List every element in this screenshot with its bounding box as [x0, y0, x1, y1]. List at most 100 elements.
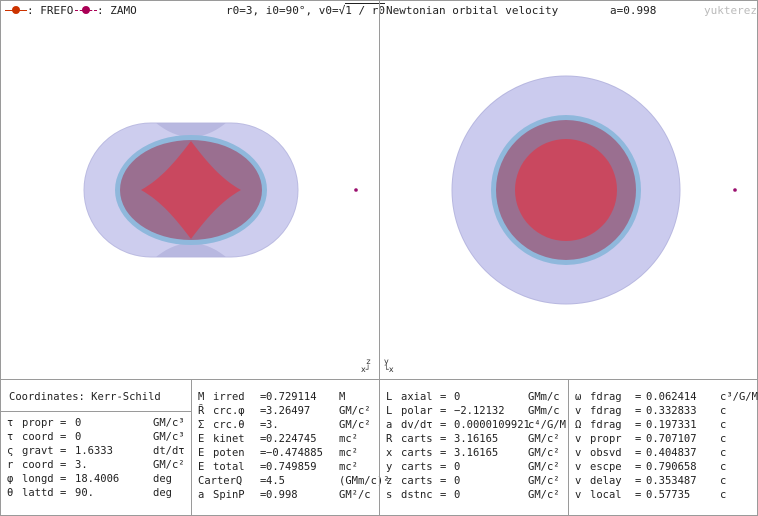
- row-equals: =: [440, 475, 447, 487]
- row-equals: =: [635, 433, 642, 445]
- row-equals: =: [60, 459, 67, 471]
- info-row: v local = 0.57735 c: [569, 489, 757, 503]
- info-row: s dstnc = 0 GM/c²: [380, 489, 568, 503]
- row-name: fdrag: [590, 391, 622, 403]
- row-name: crc.φ: [213, 405, 245, 417]
- row-unit: GM/c²: [339, 419, 371, 431]
- row-equals: =: [440, 391, 447, 403]
- coordinates-divider: [1, 411, 191, 412]
- row-value: 0.790658: [646, 461, 697, 473]
- row-value: 0: [454, 475, 461, 487]
- singularity-disc: [515, 139, 617, 241]
- row-value: 90.: [75, 487, 94, 499]
- info-row: Σcrc.θ = 3. GM/c²: [192, 419, 379, 433]
- row-symbol: M: [198, 391, 205, 403]
- row-value: 3.26497: [266, 405, 311, 417]
- row-unit: GMm/c: [528, 391, 560, 403]
- row-symbol: E: [198, 461, 205, 473]
- row-unit: GM/c³: [153, 431, 185, 443]
- row-name: gravt: [22, 445, 54, 457]
- right-black-hole-render: [451, 75, 737, 305]
- info-row: φ longd = 18.4006 deg: [1, 473, 191, 487]
- row-symbol: Ȓ: [198, 405, 205, 417]
- row-symbol: L: [386, 391, 393, 403]
- row-name: coord: [22, 431, 54, 443]
- particle-marker: [354, 188, 358, 192]
- row-unit: mc²: [339, 433, 358, 445]
- row-value: 0: [75, 431, 82, 443]
- row-symbol: v: [575, 475, 582, 487]
- row-name: coord: [22, 459, 54, 471]
- row-symbol: ς: [7, 445, 14, 457]
- row-value: 0: [75, 417, 82, 429]
- row-symbol: τ: [7, 417, 14, 429]
- particle-marker: [733, 188, 737, 192]
- row-name: local: [590, 489, 622, 501]
- row-symbol: v: [575, 433, 582, 445]
- info-row: a SpinP = 0.998 GM²/c: [192, 489, 379, 503]
- energy-panel: Mirred = 0.729114 M Ȓcrc.φ = 3.26497 GM/c² Σcrc.…: [191, 379, 390, 516]
- row-value: 1.6333: [75, 445, 113, 457]
- row-name: poten: [213, 447, 245, 459]
- right-axis-indicator: y └x: [384, 357, 394, 374]
- row-unit: deg: [153, 487, 172, 499]
- row-value: 0.0000109921: [454, 419, 530, 431]
- info-row: Epoten = −0.474885 mc²: [192, 447, 379, 461]
- view-title: Newtonian orbital velocity: [386, 4, 559, 17]
- row-value: 3.16165: [454, 433, 499, 445]
- row-equals: =: [60, 431, 67, 443]
- row-name: SpinP: [213, 489, 245, 501]
- row-value: 0.729114: [266, 391, 317, 403]
- row-equals: =: [635, 489, 642, 501]
- row-symbol: Σ: [198, 419, 205, 431]
- row-unit: c: [720, 447, 727, 459]
- row-value: 0.353487: [646, 475, 697, 487]
- info-row: r coord = 3. GM/c²: [1, 459, 191, 473]
- row-symbol: φ: [7, 473, 14, 485]
- info-row: v obsvd = 0.404837 c: [569, 447, 757, 461]
- left-black-hole-render: [83, 122, 358, 258]
- row-equals: =: [60, 487, 67, 499]
- row-symbol: ω: [575, 391, 582, 403]
- zamo-label: : ZAMO: [97, 4, 137, 17]
- row-value: 0.998: [266, 489, 298, 501]
- row-value: 0.404837: [646, 447, 697, 459]
- row-value: 0.062414: [646, 391, 697, 403]
- legend-frefo: : FREFO: [5, 1, 75, 19]
- row-name: dstnc: [401, 489, 433, 501]
- row-value: −2.12132: [454, 405, 505, 417]
- info-row: Laxial = 0 GMm/c: [380, 391, 568, 405]
- right-view-frame: Newtonian orbital velocity a=0.998 yukte…: [379, 0, 758, 380]
- row-equals: =: [440, 489, 447, 501]
- row-unit: GM/c²: [528, 447, 560, 459]
- row-symbol: θ: [7, 487, 14, 499]
- row-equals: =: [635, 391, 642, 403]
- row-value: 3.: [75, 459, 88, 471]
- info-row: ω fdrag = 0.062414 c³/G/M: [569, 391, 758, 405]
- row-symbol: E: [198, 447, 205, 459]
- info-row: v propr = 0.707107 c: [569, 433, 757, 447]
- row-value: 4.5: [266, 475, 285, 487]
- angular-momentum-panel: Laxial = 0 GMm/c Lpolar = −2.12132 GMm/c a dv/dτ =…: [379, 379, 569, 516]
- row-equals: =: [440, 419, 447, 431]
- row-unit: GM/c²: [153, 459, 185, 471]
- row-name: carts: [401, 433, 433, 445]
- left-axis-indicator: z x┘: [361, 357, 371, 374]
- left-view-frame: : FREFO : ZAMO r0=3, i0=90°, v0=√1 / r0 …: [0, 0, 385, 380]
- coordinates-panel: Coordinates: Kerr-Schild τ propr = 0 GM/c³ τ c…: [0, 379, 192, 516]
- row-equals: =: [440, 447, 447, 459]
- row-value: 18.4006: [75, 473, 120, 485]
- info-row: v delay = 0.353487 c: [569, 475, 757, 489]
- row-symbol: x: [386, 447, 393, 459]
- row-equals: =: [60, 445, 67, 457]
- row-symbol: s: [386, 489, 393, 501]
- coordinates-title: Coordinates: Kerr-Schild: [9, 391, 161, 403]
- info-row: x carts = 3.16165 GM/c²: [380, 447, 568, 461]
- info-row: Ekinet = 0.224745 mc²: [192, 433, 379, 447]
- info-row: ς gravt = 1.6333 dt/dτ: [1, 445, 191, 459]
- row-symbol: v: [575, 405, 582, 417]
- frefo-dot-icon: [12, 6, 20, 14]
- row-unit: GM/c²: [339, 405, 371, 417]
- info-row: CarterQ = 4.5 (GMm/c)²: [192, 475, 390, 489]
- row-name: carts: [401, 461, 433, 473]
